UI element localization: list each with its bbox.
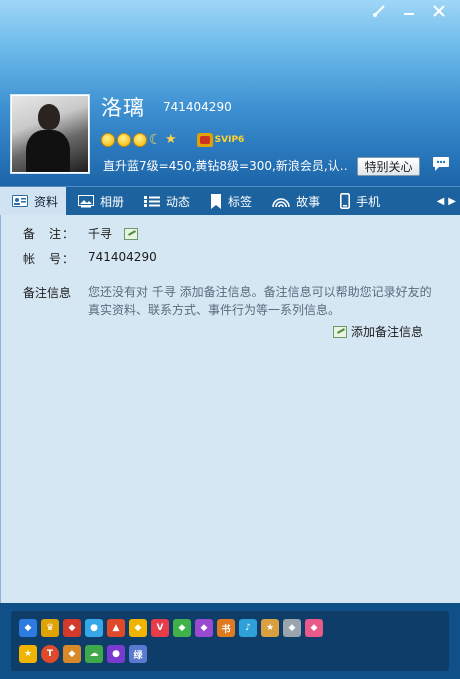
pet-icon[interactable]: ● — [85, 619, 103, 637]
signature-text: 直升蓝7级=450,黄钻8级=300,新浪会员,认… — [103, 159, 349, 173]
purple-game-icon[interactable]: ● — [107, 645, 125, 663]
account-value: 741404290 — [88, 250, 157, 264]
remark-label: 备 注： — [23, 227, 76, 241]
service-icons-panel: ◆ ♛ ◆ ● ▲ ◆ V ◆ ◆ 书 ♪ ★ ◆ ◆ ★ T ◆ ☁ ● 绿 — [11, 611, 449, 671]
bookmark-tag-icon — [211, 193, 222, 209]
skin-icon[interactable] — [364, 0, 394, 22]
tab-album[interactable]: 相册 — [66, 187, 132, 216]
blue-diamond-icon[interactable]: ◆ — [19, 619, 37, 637]
qq-music-icon[interactable]: 绿 — [129, 645, 147, 663]
music-icon[interactable]: ♪ — [239, 619, 257, 637]
feed-list-icon — [144, 195, 161, 207]
tab-story[interactable]: 故事 — [260, 187, 328, 216]
purple-diamond-icon[interactable]: ◆ — [195, 619, 213, 637]
game-icon[interactable]: ▲ — [107, 619, 125, 637]
game-vip-icon[interactable]: ◆ — [63, 645, 81, 663]
note-description: 您还没有对 千寻 添加备注信息。备注信息可以帮助您记录好友的真实资料、联系方式、… — [88, 285, 432, 317]
note-label: 备注信息 — [23, 286, 72, 300]
nickname: 洛璃 — [101, 96, 145, 120]
star-icon[interactable]: ★ — [19, 645, 37, 663]
qzone-icon[interactable]: ★ — [261, 619, 279, 637]
close-icon[interactable] — [424, 0, 454, 22]
tencent-video-icon[interactable]: T — [41, 645, 59, 663]
account-label: 帐 号： — [23, 252, 76, 266]
yellow-diamond-icon[interactable]: ◆ — [129, 619, 147, 637]
svip-badge[interactable]: SVIP6 — [196, 133, 245, 147]
tab-label: 标签 — [228, 194, 253, 209]
chat-bubble-icon[interactable] — [432, 156, 450, 172]
chevron-right-icon[interactable]: ▶ — [448, 196, 456, 207]
profile-window: 洛璃 741404290 ☾ ★ SVIP6 直升蓝7级=450,黄钻8级=30… — [0, 0, 460, 679]
qq-music-label: 绿 — [133, 650, 143, 661]
tab-bar: 资料 相册 动态 标签 故事 手机 ◀ ▶ — [0, 186, 460, 216]
remark-value-row: 千寻 — [88, 225, 139, 242]
sun-level-icon — [101, 133, 115, 147]
green-diamond-icon[interactable]: ◆ — [173, 619, 191, 637]
add-note-link[interactable]: 添加备注信息 — [333, 323, 423, 340]
minimize-icon[interactable] — [394, 0, 424, 22]
tab-scroll-arrows: ◀ ▶ — [437, 196, 460, 207]
level-badges: ☾ ★ SVIP6 — [101, 133, 244, 147]
remark-value: 千寻 — [88, 227, 113, 241]
avatar[interactable] — [10, 94, 90, 174]
svip-label: SVIP6 — [214, 135, 245, 145]
mobile-phone-icon — [340, 193, 351, 209]
pink-diamond-icon[interactable]: ◆ — [305, 619, 323, 637]
add-note-label: 添加备注信息 — [351, 325, 424, 339]
profile-card-icon — [12, 195, 28, 207]
rainbow-story-icon — [272, 198, 290, 207]
tab-label: 动态 — [166, 194, 191, 209]
tab-feed[interactable]: 动态 — [132, 187, 198, 216]
vip-icon[interactable]: V — [151, 619, 169, 637]
profile-details-panel: 备 注： 千寻 帐 号： 741404290 备注信息 您还没有对 千寻 添加备… — [0, 215, 460, 603]
sun-level-icon — [117, 133, 131, 147]
svip-crown-icon[interactable]: ♛ — [41, 619, 59, 637]
book-icon[interactable]: 书 — [217, 619, 235, 637]
weiyun-icon[interactable]: ☁ — [85, 645, 103, 663]
tab-mobile[interactable]: 手机 — [328, 187, 388, 216]
moon-level-icon: ☾ — [149, 132, 162, 148]
star-level-icon: ★ — [165, 132, 177, 147]
red-diamond-icon[interactable]: ◆ — [63, 619, 81, 637]
special-care-button[interactable]: 特别关心 — [357, 157, 420, 176]
tab-label: 手机 — [356, 194, 381, 209]
qq-number: 741404290 — [163, 100, 232, 114]
tab-label: 故事 — [296, 194, 321, 209]
title-bar-controls — [364, 0, 454, 22]
tab-label: 资料 — [34, 194, 59, 209]
sun-level-icon — [133, 133, 147, 147]
service-icons-row: ★ T ◆ ☁ ● 绿 — [19, 645, 147, 663]
add-note-icon — [333, 325, 347, 338]
tab-label: 相册 — [100, 194, 125, 209]
photo-album-icon — [78, 194, 95, 207]
svip-crown-icon — [196, 133, 213, 147]
edit-remark-icon[interactable] — [124, 227, 139, 240]
service-icons-row: ◆ ♛ ◆ ● ▲ ◆ V ◆ ◆ 书 ♪ ★ ◆ ◆ — [19, 619, 323, 637]
gray-diamond-icon[interactable]: ◆ — [283, 619, 301, 637]
chevron-left-icon[interactable]: ◀ — [437, 196, 445, 207]
tab-profile[interactable]: 资料 — [0, 186, 67, 216]
tab-tags[interactable]: 标签 — [198, 187, 260, 216]
